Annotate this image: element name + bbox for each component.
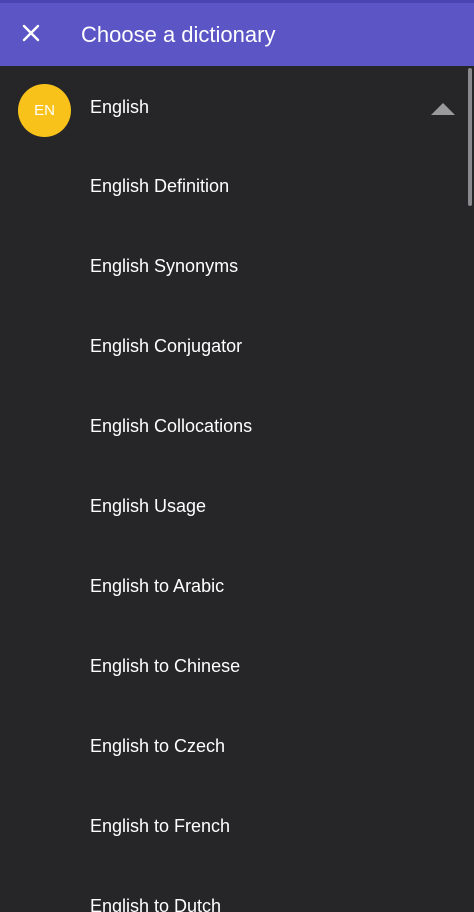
dictionary-item-english-to-czech[interactable]: English to Czech <box>0 706 466 786</box>
dictionary-item-english-conjugator[interactable]: English Conjugator <box>0 306 466 386</box>
dictionary-item-english-to-arabic[interactable]: English to Arabic <box>0 546 466 626</box>
dictionary-item-english-usage[interactable]: English Usage <box>0 466 466 546</box>
dictionary-item-english-to-french[interactable]: English to French <box>0 786 466 866</box>
top-app-bar: Choose a dictionary <box>0 0 474 66</box>
close-icon <box>14 16 48 50</box>
scrollbar[interactable] <box>468 68 472 206</box>
dictionary-item-label: English Synonyms <box>90 256 239 276</box>
dictionary-item-label: English to Czech <box>90 736 226 756</box>
language-avatar: EN <box>18 84 71 137</box>
dictionary-item-label: English Definition <box>90 176 230 196</box>
dictionary-item-label: English to Arabic <box>90 576 225 596</box>
dictionary-list: English Definition English Synonyms Engl… <box>0 146 466 912</box>
dictionary-item-label: English to French <box>90 816 231 836</box>
language-group-english[interactable]: EN English <box>0 66 466 152</box>
dictionary-item-english-definition[interactable]: English Definition <box>0 146 466 226</box>
dictionary-item-english-collocations[interactable]: English Collocations <box>0 386 466 466</box>
language-label: English <box>90 97 150 117</box>
dictionary-item-label: English to Chinese <box>90 656 241 676</box>
page-title: Choose a dictionary <box>81 22 276 47</box>
dictionary-chooser-screen: Choose a dictionary EN English English D… <box>0 0 474 912</box>
dictionary-item-label: English Usage <box>90 496 207 516</box>
dictionary-item-english-synonyms[interactable]: English Synonyms <box>0 226 466 306</box>
dictionary-item-english-to-dutch[interactable]: English to Dutch <box>0 866 466 912</box>
dictionary-item-english-to-chinese[interactable]: English to Chinese <box>0 626 466 706</box>
dictionary-item-label: English Collocations <box>90 416 253 436</box>
chevron-up-icon[interactable] <box>430 102 456 116</box>
close-button[interactable] <box>14 16 48 50</box>
dictionary-item-label: English Conjugator <box>90 336 243 356</box>
dictionary-item-label: English to Dutch <box>90 896 222 912</box>
